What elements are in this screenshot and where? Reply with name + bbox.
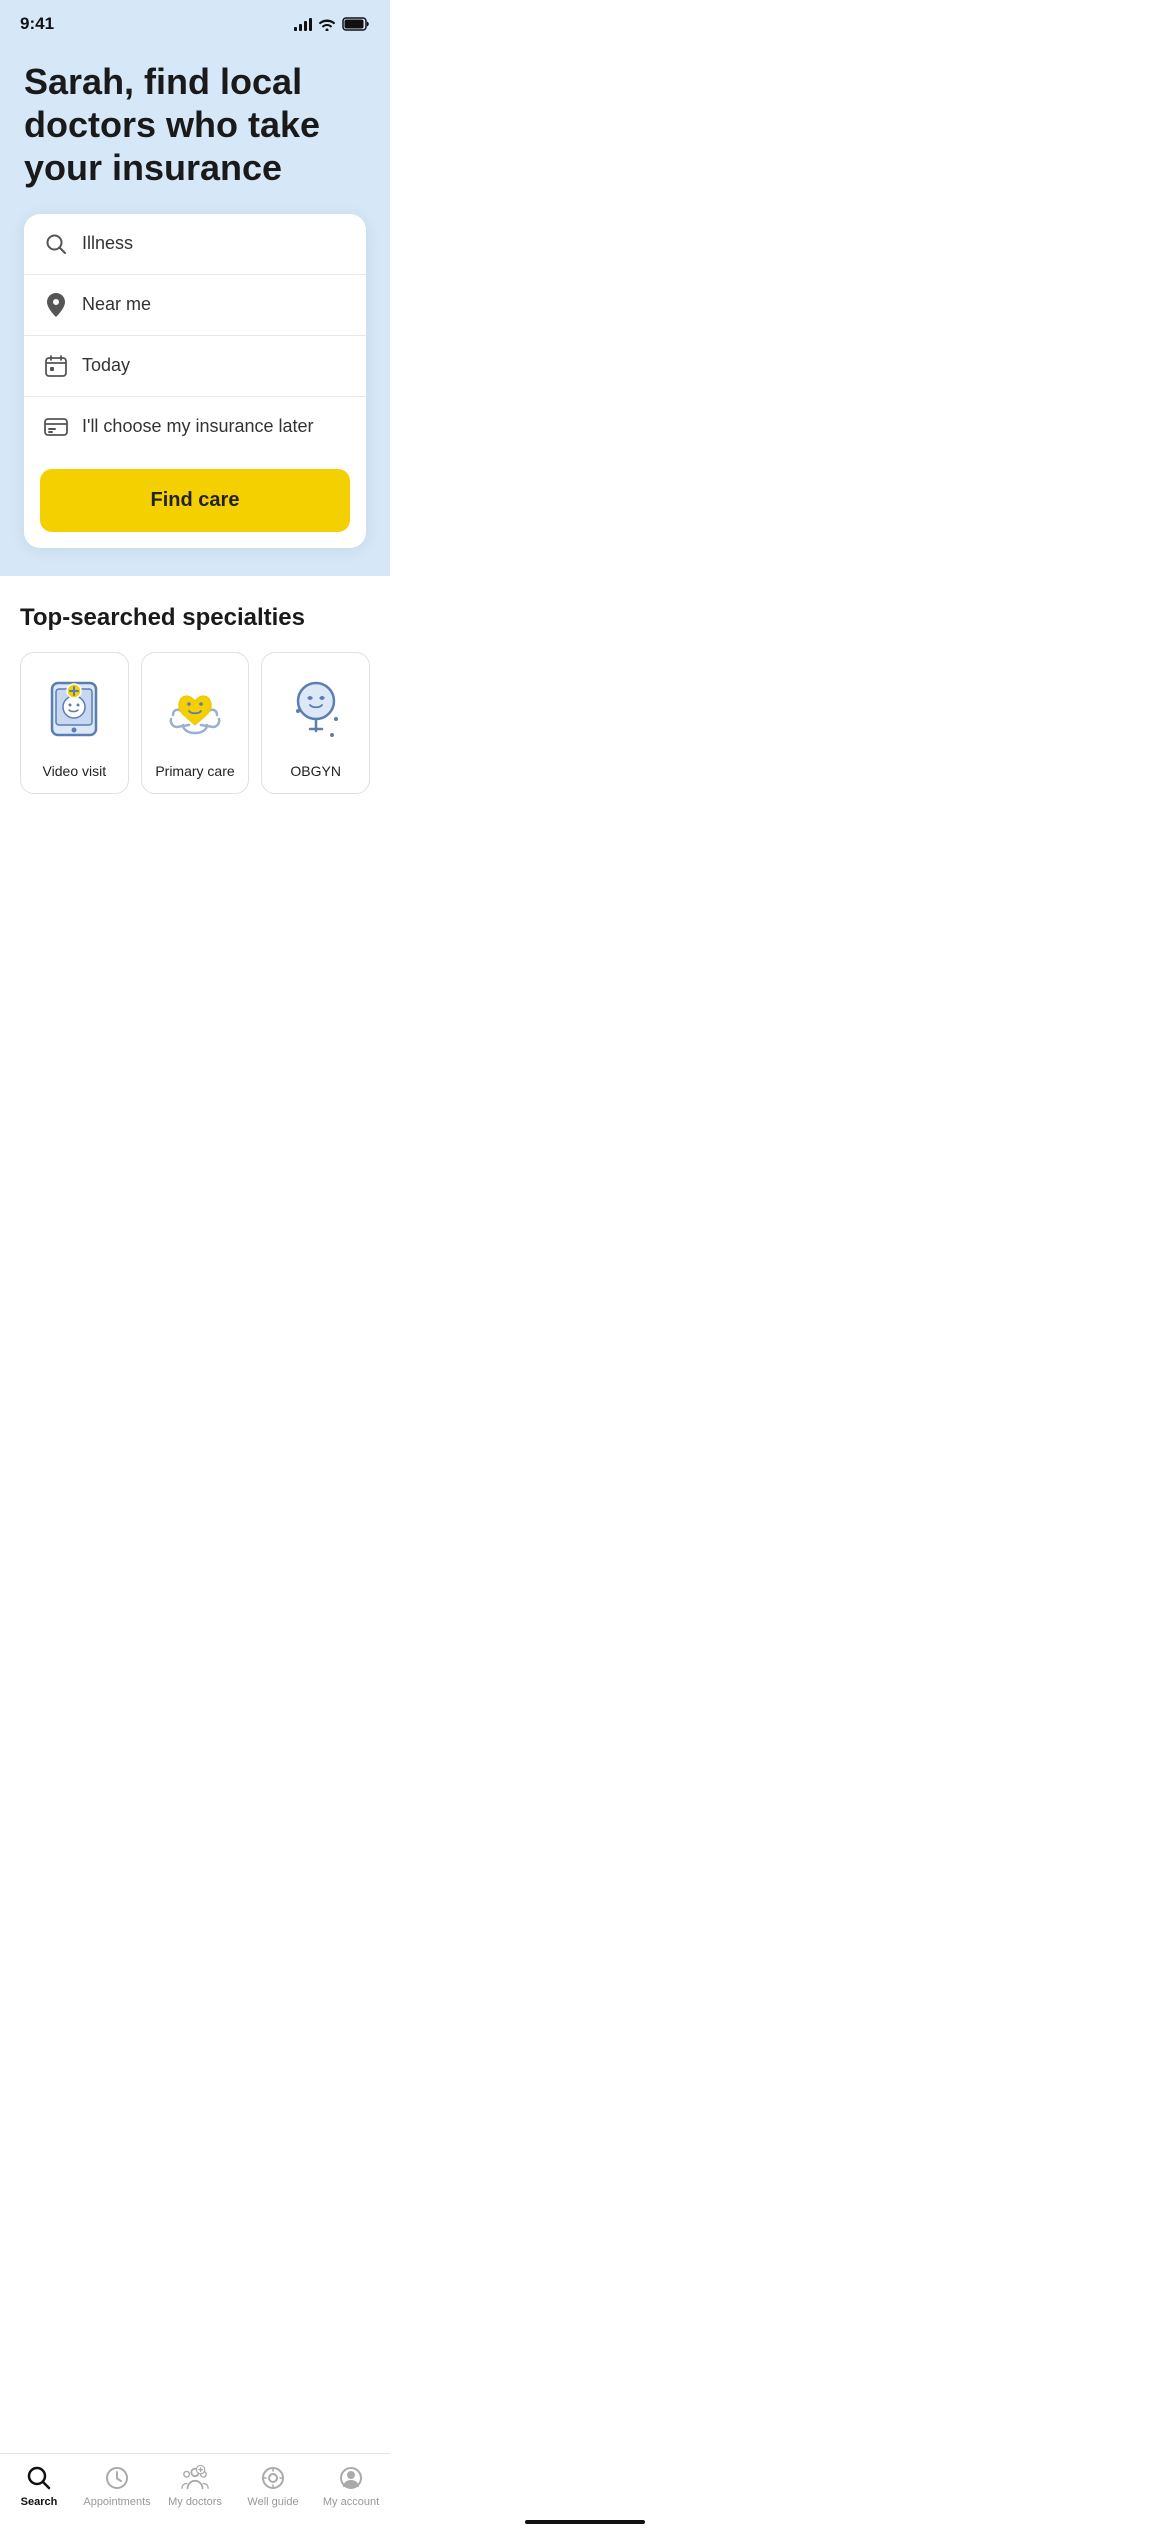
- my-account-nav-icon: [337, 2464, 365, 2492]
- insurance-search-row[interactable]: I'll choose my insurance later: [24, 397, 366, 457]
- bottom-nav: Search Appointments: [0, 2453, 390, 2532]
- find-care-button[interactable]: Find care: [40, 469, 350, 532]
- location-search-row[interactable]: Near me: [24, 275, 366, 336]
- nav-item-appointments[interactable]: Appointments: [82, 2464, 152, 2508]
- calendar-icon: [44, 354, 68, 378]
- my-doctors-nav-icon: [181, 2464, 209, 2492]
- nav-item-my-account[interactable]: My account: [316, 2464, 386, 2508]
- illness-search-row[interactable]: Illness: [24, 214, 366, 275]
- appointments-nav-label: Appointments: [83, 2496, 150, 2508]
- well-guide-nav-label: Well guide: [247, 2496, 298, 2508]
- primary-care-label: Primary care: [155, 763, 234, 779]
- status-icons: [294, 17, 370, 31]
- specialty-card-primary-care[interactable]: Primary care: [141, 652, 250, 794]
- nav-item-well-guide[interactable]: Well guide: [238, 2464, 308, 2508]
- obgyn-icon: [276, 671, 356, 751]
- specialty-card-video-visit[interactable]: Video visit: [20, 652, 129, 794]
- signal-bars-icon: [294, 17, 312, 31]
- video-visit-icon: [34, 671, 114, 751]
- nav-item-search[interactable]: Search: [4, 2464, 74, 2508]
- specialties-section-title: Top-searched specialties: [20, 604, 370, 632]
- my-doctors-nav-label: My doctors: [168, 2496, 222, 2508]
- obgyn-label: OBGYN: [290, 763, 341, 779]
- location-field[interactable]: Near me: [82, 294, 151, 315]
- battery-icon: [342, 17, 370, 31]
- appointments-nav-icon: [103, 2464, 131, 2492]
- search-nav-icon: [25, 2464, 53, 2492]
- insurance-field[interactable]: I'll choose my insurance later: [82, 416, 314, 437]
- status-bar: 9:41: [0, 0, 390, 40]
- video-visit-label: Video visit: [43, 763, 107, 779]
- date-field[interactable]: Today: [82, 355, 130, 376]
- search-icon: [44, 232, 68, 256]
- specialty-card-obgyn[interactable]: OBGYN: [261, 652, 370, 794]
- search-nav-label: Search: [21, 2496, 58, 2508]
- wifi-icon: [318, 17, 336, 31]
- well-guide-nav-icon: [259, 2464, 287, 2492]
- date-search-row[interactable]: Today: [24, 336, 366, 397]
- hero-title: Sarah, find local doctors who take your …: [24, 60, 366, 190]
- home-indicator: [525, 2520, 645, 2524]
- search-card: Illness Near me Today: [24, 214, 366, 548]
- my-account-nav-label: My account: [323, 2496, 379, 2508]
- hero-section: Sarah, find local doctors who take your …: [0, 40, 390, 576]
- specialties-grid: Video visit Pr: [20, 652, 370, 894]
- nav-item-my-doctors[interactable]: My doctors: [160, 2464, 230, 2508]
- illness-field[interactable]: Illness: [82, 233, 133, 254]
- status-time: 9:41: [20, 14, 54, 34]
- insurance-card-icon: [44, 415, 68, 439]
- location-pin-icon: [44, 293, 68, 317]
- primary-care-icon: [155, 671, 235, 751]
- main-content: Top-searched specialties: [0, 576, 390, 894]
